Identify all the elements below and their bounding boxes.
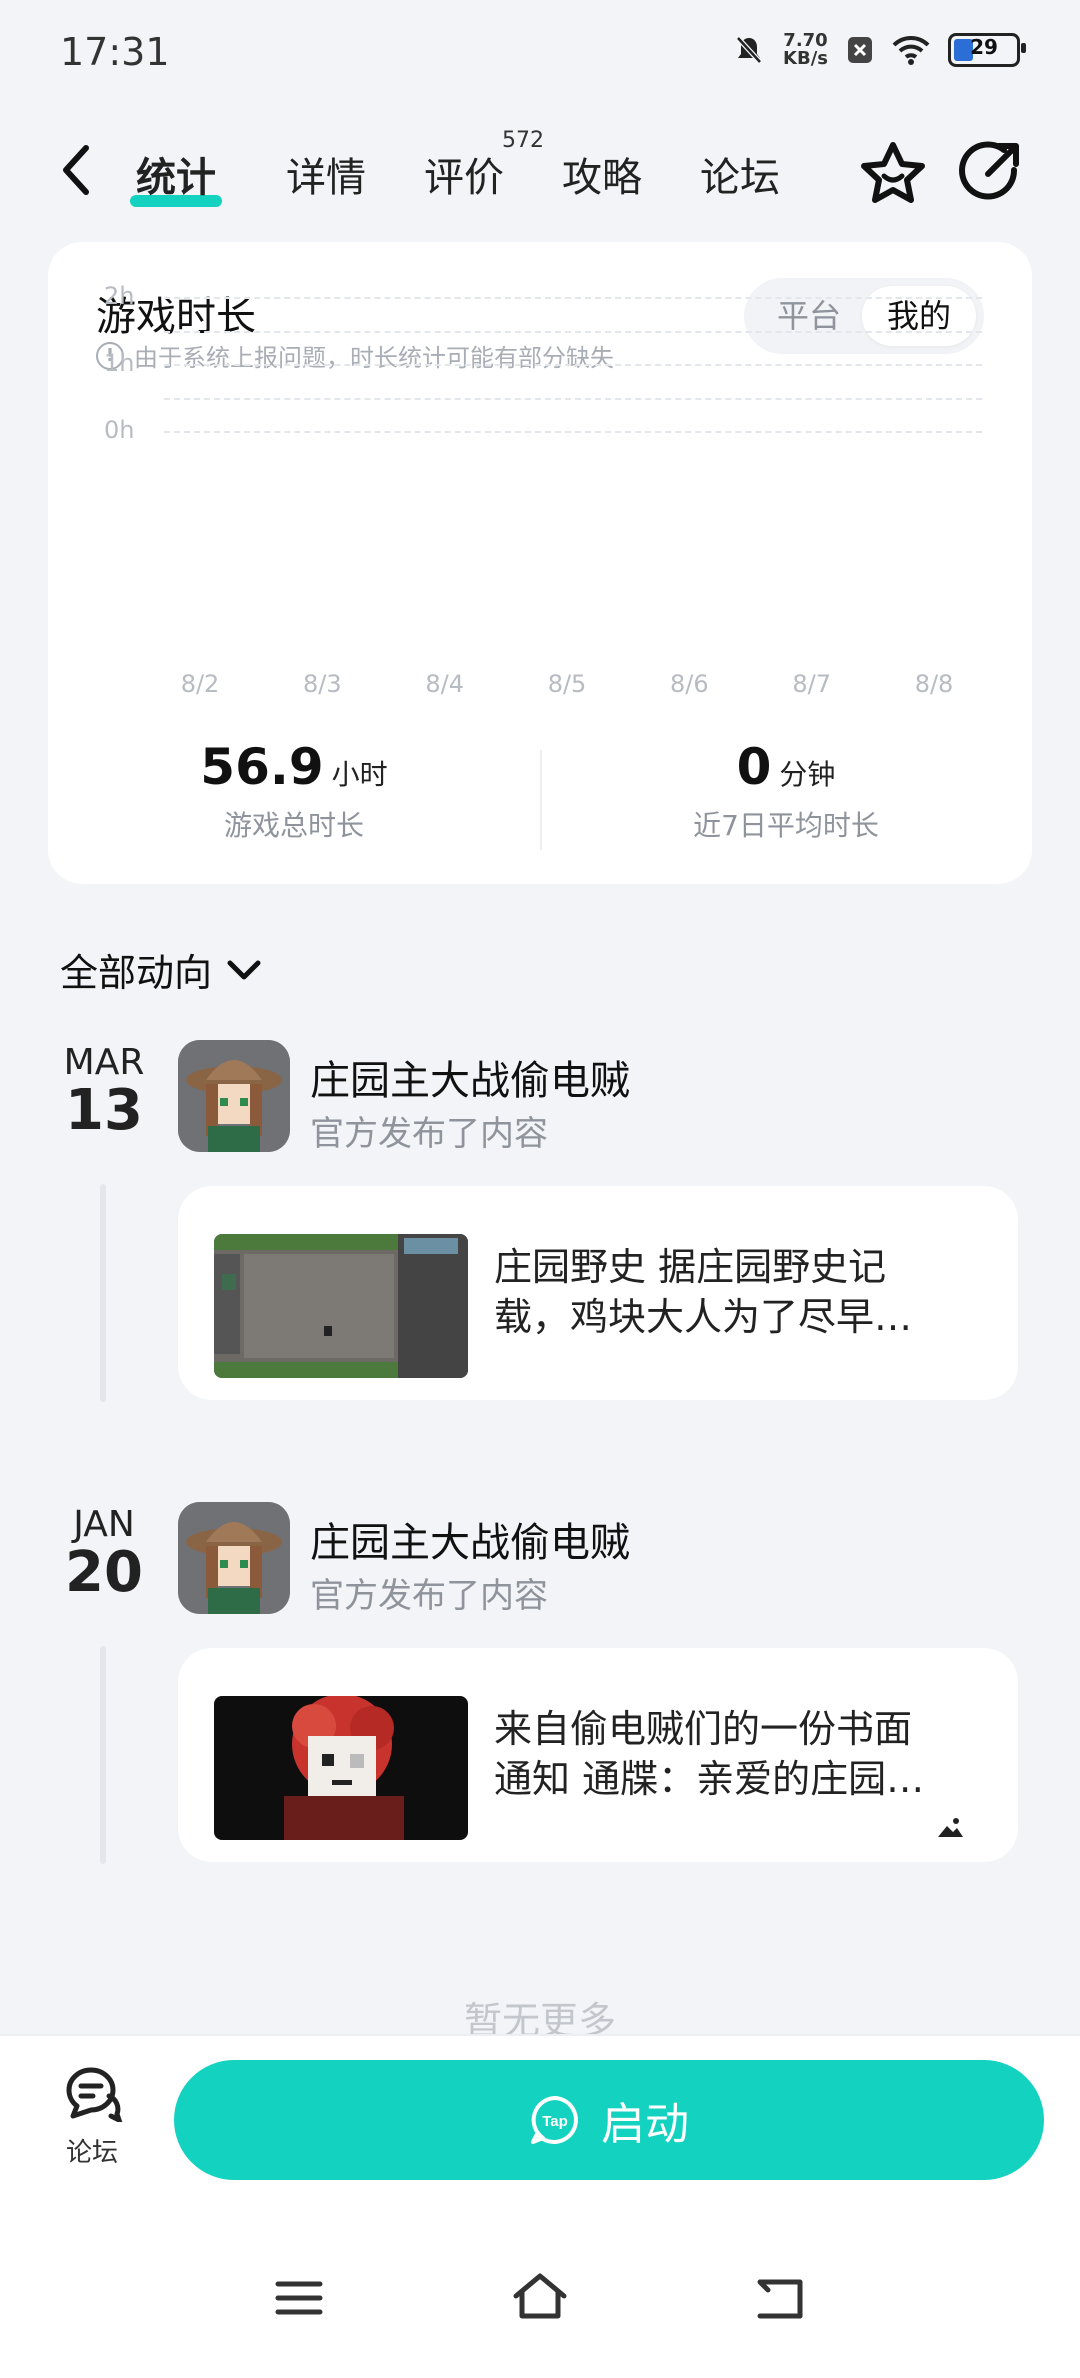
post-date: JAN 20 [44,1504,164,1601]
chart-gridline [164,431,982,433]
status-time: 17:31 [60,30,170,74]
tab-details[interactable]: 详情 [286,145,366,203]
avg-playtime-unit: 分钟 [779,758,836,791]
total-playtime-unit: 小时 [331,758,388,791]
toggle-platform[interactable]: 平台 [752,286,866,346]
post-month: MAR [63,1042,145,1083]
avg-playtime-label: 近7日平均时长 [693,809,879,842]
post-card[interactable]: 庄园野史 据庄园野史记 载，鸡块大人为了尽早… [178,1186,1018,1400]
avg-playtime: 0 分钟 近7日平均时长 [540,738,1032,844]
toggle-mine[interactable]: 我的 [862,286,976,346]
launch-label: 启动 [601,2099,689,2150]
tab-reviews[interactable]: 评价 [424,145,504,203]
share-icon[interactable] [958,140,1022,204]
reviews-count-badge: 572 [502,128,544,153]
chart-x-tick: 8/5 [547,670,587,698]
image-count-badge: 4 [933,1809,994,1844]
menu-nav-icon[interactable] [274,2276,324,2320]
chevron-down-icon [227,960,261,979]
post-action: 官方发布了内容 [310,1576,548,1616]
mute-bell-icon [736,36,762,64]
playtime-note: ! 由于系统上报问题，时长统计可能有部分缺失 [96,338,614,373]
chart-x-tick: 8/8 [914,670,954,698]
status-icons: 7.70 KB/s 29 [733,32,1026,68]
post-excerpt: 来自偷电贼们的一份书面 通知 通牒：亲爱的庄园… [494,1704,974,1804]
chart-x-tick: 8/2 [180,670,220,698]
launch-button[interactable]: Tap 启动 [174,2060,1044,2180]
chart-x-tick: 8/4 [425,670,464,698]
total-playtime-value: 56.9 [200,738,324,796]
image-count: 4 [973,1809,994,1844]
post-excerpt-line1: 来自偷电贼们的一份书面 [494,1707,913,1751]
timeline-line [100,1646,106,1864]
net-speed-unit: KB/s [783,48,828,69]
forum-button[interactable]: 论坛 [46,2066,138,2169]
chart-x-tick: 8/3 [303,670,342,698]
total-playtime: 56.9 小时 游戏总时长 [48,738,540,844]
playtime-card: 游戏时长 ! 由于系统上报问题，时长统计可能有部分缺失 平台 我的 2h 1h 0h… [48,242,1032,884]
game-avatar[interactable] [178,1040,290,1152]
wifi-icon [892,35,930,65]
home-nav-icon[interactable] [510,2270,570,2320]
post-thumbnail [214,1696,468,1840]
net-speed: 7.70 KB/s [783,32,828,68]
post-excerpt-line2: 载，鸡块大人为了尽早… [494,1295,913,1339]
forum-label: 论坛 [65,2138,118,2168]
forum-chat-icon [66,2067,124,2125]
avg-playtime-value: 0 [736,738,772,796]
tab-forum[interactable]: 论坛 [700,145,780,203]
post-card[interactable]: 4 来自偷电贼们的一份书面 通知 通牒：亲爱的庄园… [178,1648,1018,1862]
activity-filter[interactable]: 全部动向 [60,942,262,997]
post-excerpt-line2: 通知 通牒：亲爱的庄园… [494,1757,925,1801]
post-thumbnail [214,1234,468,1378]
post-date: MAR 13 [44,1042,164,1139]
post-month: JAN [73,1504,135,1545]
chart-x-tick: 8/7 [792,670,831,698]
battery-icon: 29 [948,33,1026,67]
chart-x-tick: 8/6 [670,670,709,698]
taptap-logo-text: Tap [542,2113,568,2130]
bottom-bar: 论坛 Tap 启动 [0,2034,1080,2378]
back-nav-icon[interactable] [752,2276,808,2322]
post-excerpt: 庄园野史 据庄园野史记 载，鸡块大人为了尽早… [494,1242,974,1342]
total-playtime-label: 游戏总时长 [223,809,364,842]
source-toggle[interactable]: 平台 我的 [744,278,984,354]
tab-guides[interactable]: 攻略 [562,145,642,203]
taptap-logo-icon: Tap [531,2096,578,2144]
playtime-title: 游戏时长 [96,294,256,340]
post-action: 官方发布了内容 [310,1114,548,1154]
image-icon [935,1813,966,1840]
x-notification-icon [848,37,872,63]
star-icon[interactable] [858,140,928,206]
tab-stats[interactable]: 统计 [130,145,222,207]
activity-filter-label: 全部动向 [60,951,213,995]
post-day: 20 [65,1540,143,1605]
battery-level: 29 [970,35,998,59]
info-icon: ! [96,341,124,370]
back-icon[interactable] [56,140,96,200]
chart-gridline [164,397,982,400]
chart-y-tick: 0h [104,416,135,444]
post-game-title[interactable]: 庄园主大战偷电贼 [310,1048,630,1106]
post-day: 13 [65,1078,143,1143]
game-avatar[interactable] [178,1502,290,1614]
timeline-line [100,1184,106,1402]
tab-stats-label: 统计 [136,155,216,201]
playtime-note-text: 由于系统上报问题，时长统计可能有部分缺失 [134,344,614,372]
post-game-title[interactable]: 庄园主大战偷电贼 [310,1510,630,1568]
post-excerpt-line1: 庄园野史 据庄园野史记 [494,1245,887,1289]
